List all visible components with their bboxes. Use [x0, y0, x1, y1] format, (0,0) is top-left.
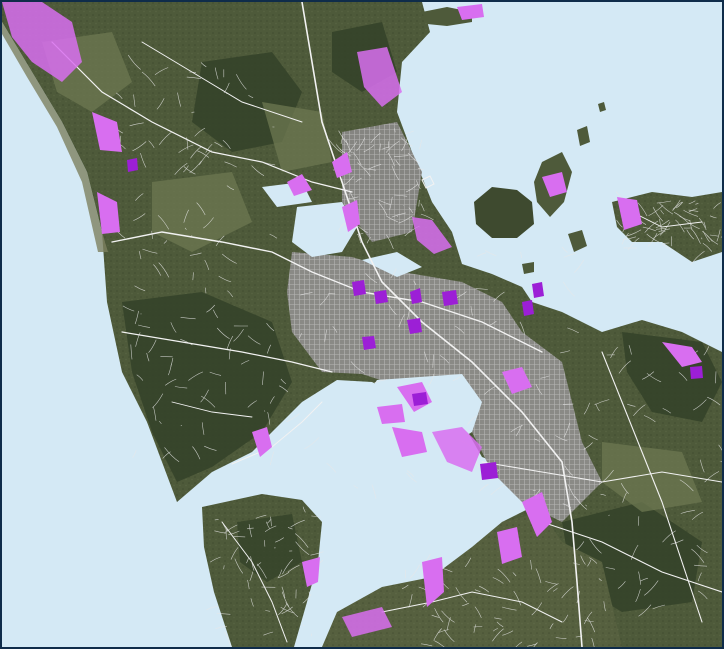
- map-frame: [0, 0, 724, 649]
- satellite-map[interactable]: [2, 2, 722, 647]
